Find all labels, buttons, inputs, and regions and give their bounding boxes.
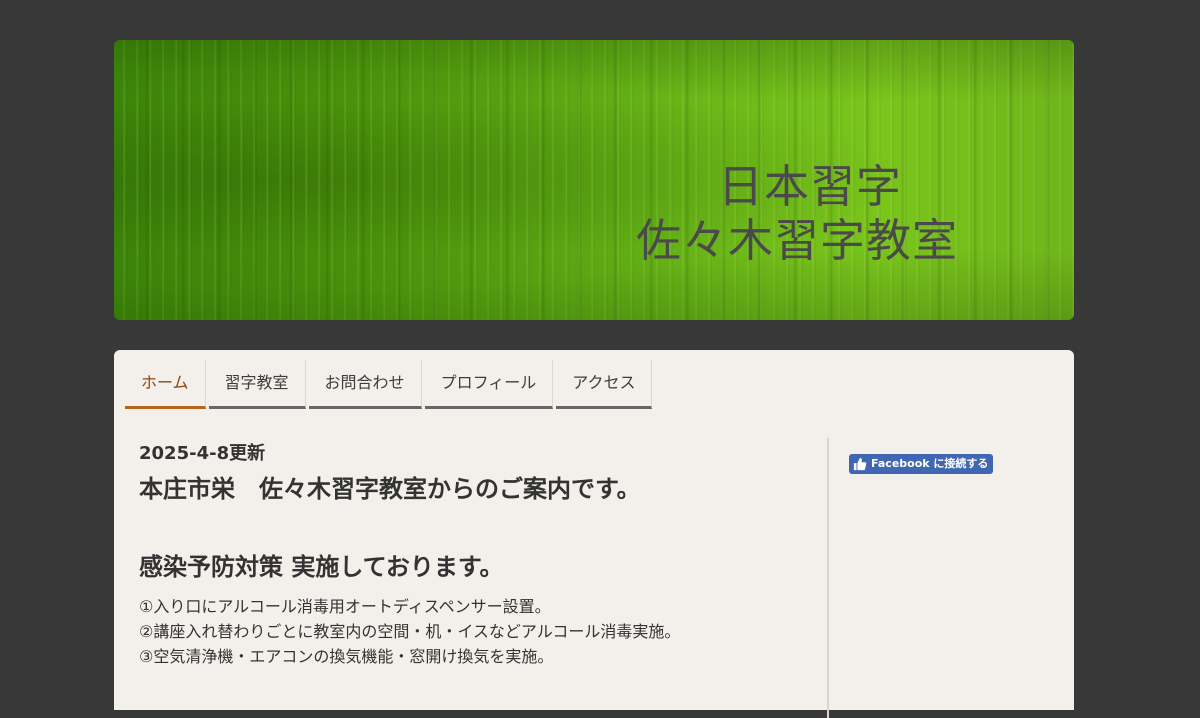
- banner-shade-top: [114, 40, 1074, 100]
- nav-item-contact[interactable]: お問合わせ: [308, 360, 422, 409]
- nav-item-access[interactable]: アクセス: [556, 360, 653, 409]
- nav-item-profile[interactable]: プロフィール: [424, 360, 554, 409]
- intro-heading: 本庄市栄 佐々木習字教室からのご案内です。: [139, 475, 641, 503]
- measure-line-1: ①入り口にアルコール消毒用オートディスペンサー設置。: [139, 597, 551, 616]
- header-banner: 日本習字 佐々木習字教室: [114, 40, 1074, 320]
- site-title-line2: 佐々木習字教室: [635, 214, 958, 267]
- thumbs-up-icon: [853, 457, 867, 471]
- covid-heading: 感染予防対策 実施しております。: [139, 553, 504, 581]
- updated-date: 2025-4-8更新: [139, 443, 266, 464]
- main-panel: ホーム 習字教室 お問合わせ プロフィール アクセス 2025-4-8更新 本庄…: [114, 350, 1074, 718]
- nav-item-classroom[interactable]: 習字教室: [208, 360, 306, 409]
- facebook-connect-button[interactable]: Facebook に接続する: [849, 454, 994, 474]
- site-title[interactable]: 日本習字 佐々木習字教室: [636, 160, 958, 268]
- nav-item-home[interactable]: ホーム: [125, 360, 206, 409]
- main-content: 2025-4-8更新 本庄市栄 佐々木習字教室からのご案内です。 感染予防対策 …: [139, 442, 799, 669]
- site-title-line1: 日本習字: [717, 160, 902, 213]
- main-nav: ホーム 習字教室 お問合わせ プロフィール アクセス: [125, 360, 655, 410]
- measure-line-3: ③空気清浄機・エアコンの換気機能・窓開け換気を実施。: [139, 647, 554, 666]
- sidebar-divider: [827, 438, 829, 718]
- measure-line-2: ②講座入れ替わりごとに教室内の空間・机・イスなどアルコール消毒実施。: [139, 622, 681, 641]
- facebook-connect-label: Facebook に接続する: [871, 457, 989, 470]
